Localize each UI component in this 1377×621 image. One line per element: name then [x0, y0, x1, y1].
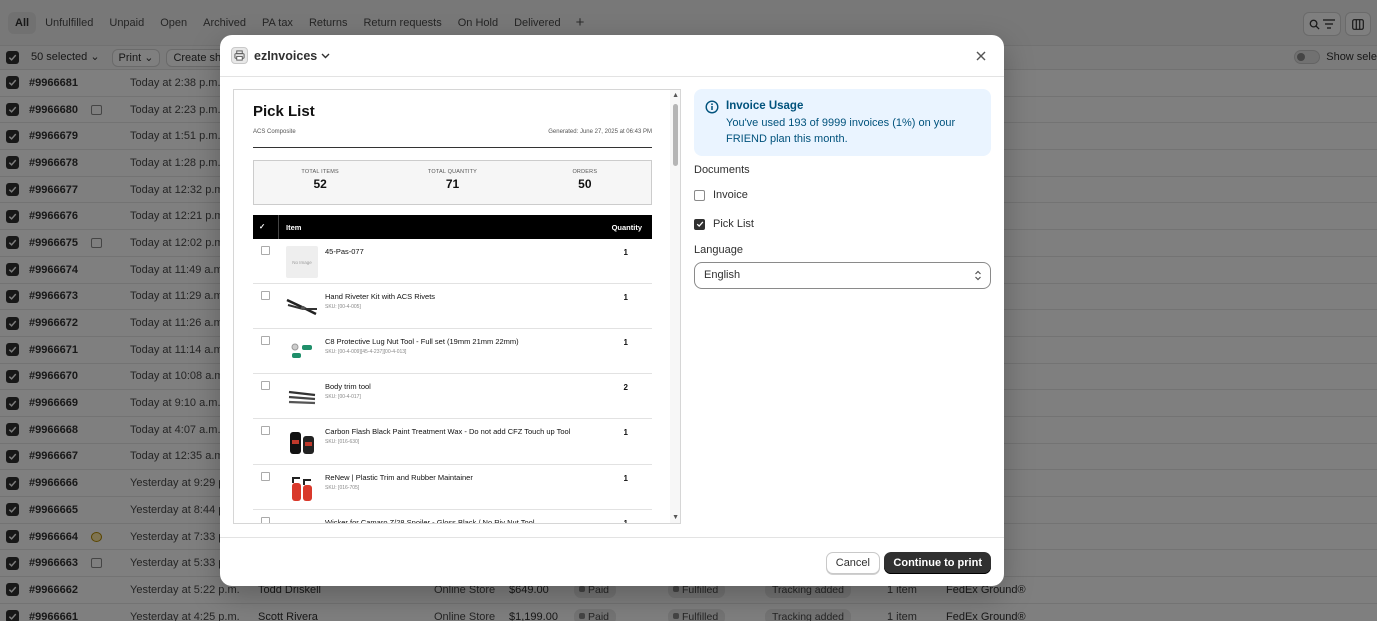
- product-thumbnail: [286, 426, 318, 458]
- product-title: 45-Pas-077: [325, 247, 364, 256]
- close-button[interactable]: [972, 47, 990, 65]
- product-title: C8 Protective Lug Nut Tool - Full set (1…: [325, 337, 519, 346]
- product-thumbnail: [286, 291, 318, 323]
- pick-checkbox[interactable]: [261, 291, 270, 300]
- check-column-header: ✓: [259, 222, 266, 231]
- summary-stats: TOTAL ITEMS 52 TOTAL QUANTITY 71 ORDERS 50: [253, 160, 652, 205]
- scroll-down-arrow-icon[interactable]: ▼: [672, 514, 679, 521]
- stat-label: TOTAL QUANTITY: [427, 169, 478, 175]
- usage-title: Invoice Usage: [726, 100, 804, 112]
- scroll-up-arrow-icon[interactable]: ▲: [672, 92, 679, 99]
- items-table-header: ✓ Item Quantity: [253, 215, 652, 239]
- product-name: C8 Protective Lug Nut Tool - Full set (1…: [325, 337, 595, 356]
- pick-list-row: Hand Riveter Kit with ACS Rivets SKU: [00…: [253, 284, 652, 329]
- pick-list-row: Body trim tool SKU: [00-4-017] 2: [253, 374, 652, 419]
- usage-text: You've used 193 of 9999 invoices (1%) on…: [726, 117, 956, 145]
- product-sku: SKU: [00-4-005]: [325, 304, 361, 310]
- product-sku: SKU: [00-4-009][45-4-237][00-4-013]: [325, 349, 407, 355]
- pick-list-row: Carbon Flash Black Paint Treatment Wax -…: [253, 419, 652, 465]
- product-title: ReNew | Plastic Trim and Rubber Maintain…: [325, 473, 473, 482]
- divider: [278, 215, 279, 239]
- language-value: English: [704, 269, 741, 281]
- stat-value: 71: [445, 177, 460, 191]
- pick-list-option-label: Pick List: [713, 218, 754, 230]
- stat-total-items: TOTAL ITEMS 52: [254, 161, 386, 204]
- product-quantity: 2: [623, 383, 628, 392]
- company-name: ACS Composite: [253, 129, 296, 135]
- pick-list-row: ReNew | Plastic Trim and Rubber Maintain…: [253, 465, 652, 510]
- close-icon: [976, 51, 986, 61]
- quantity-column-header: Quantity: [611, 223, 642, 232]
- pick-checkbox[interactable]: [261, 517, 270, 523]
- product-quantity: 1: [623, 519, 628, 524]
- print-options-panel: Invoice Usage You've used 193 of 9999 in…: [694, 89, 991, 289]
- continue-to-print-button[interactable]: Continue to print: [884, 552, 991, 574]
- product-sku: SKU: [00-4-017]: [325, 394, 361, 400]
- product-quantity: 1: [623, 338, 628, 347]
- invoice-checkbox[interactable]: [694, 189, 705, 201]
- product-thumbnail: [286, 472, 318, 504]
- modal-footer: Cancel Continue to print: [220, 537, 1004, 586]
- product-name: Body trim tool SKU: [00-4-017]: [325, 382, 595, 401]
- document-preview[interactable]: Pick List ACS Composite Generated: June …: [233, 89, 681, 524]
- stat-orders: ORDERS 50: [519, 161, 651, 204]
- pick-checkbox[interactable]: [261, 472, 270, 481]
- product-title: Body trim tool: [325, 382, 371, 391]
- product-sku: SKU: [016-630]: [325, 439, 360, 445]
- pick-checkbox[interactable]: [261, 381, 270, 390]
- stat-value: 52: [313, 177, 327, 191]
- product-sku: SKU: [016-705]: [325, 485, 360, 491]
- product-name: Hand Riveter Kit with ACS Rivets SKU: [00…: [325, 292, 595, 311]
- product-name: Wicker for Camaro Z/28 Spoiler - Gloss B…: [325, 518, 595, 524]
- stat-label: TOTAL ITEMS: [301, 169, 339, 175]
- scroll-thumb[interactable]: [673, 104, 678, 166]
- stat-total-quantity: TOTAL QUANTITY 71: [386, 161, 518, 204]
- pick-checkbox[interactable]: [261, 246, 270, 255]
- pick-list-option[interactable]: Pick List: [694, 218, 754, 230]
- pick-list-checkbox[interactable]: [694, 218, 705, 230]
- invoice-option[interactable]: Invoice: [694, 189, 748, 201]
- pick-list-row: C8 Protective Lug Nut Tool - Full set (1…: [253, 329, 652, 374]
- product-name: ReNew | Plastic Trim and Rubber Maintain…: [325, 473, 595, 492]
- pick-checkbox[interactable]: [261, 426, 270, 435]
- product-thumbnail: No Image: [286, 246, 318, 278]
- product-thumbnail: [286, 517, 318, 523]
- product-name: Carbon Flash Black Paint Treatment Wax -…: [325, 427, 595, 446]
- info-icon: [705, 100, 719, 114]
- invoice-usage-banner: Invoice Usage You've used 193 of 9999 in…: [694, 89, 991, 156]
- item-column-header: Item: [286, 223, 302, 232]
- product-quantity: 1: [623, 293, 628, 302]
- product-quantity: 1: [623, 248, 628, 257]
- app-name[interactable]: ezInvoices: [254, 49, 317, 63]
- language-label: Language: [694, 244, 743, 256]
- invoice-option-label: Invoice: [713, 189, 748, 201]
- product-title: Carbon Flash Black Paint Treatment Wax -…: [325, 427, 571, 436]
- generated-date: Generated: June 27, 2025 at 06:43 PM: [548, 129, 652, 135]
- printer-icon: [231, 47, 248, 64]
- preview-scrollbar[interactable]: ▲ ▼: [670, 90, 680, 523]
- product-title: Wicker for Camaro Z/28 Spoiler - Gloss B…: [325, 518, 535, 524]
- documents-label: Documents: [694, 164, 750, 176]
- product-quantity: 1: [623, 474, 628, 483]
- product-thumbnail: [286, 336, 318, 368]
- stat-value: 50: [578, 177, 592, 191]
- chevron-down-icon[interactable]: [321, 53, 330, 59]
- cancel-button[interactable]: Cancel: [825, 552, 880, 574]
- pick-checkbox[interactable]: [261, 336, 270, 345]
- divider: [253, 147, 652, 148]
- product-name: 45-Pas-077: [325, 247, 595, 257]
- pick-list-row: Wicker for Camaro Z/28 Spoiler - Gloss B…: [253, 510, 652, 524]
- document-title: Pick List: [253, 103, 315, 120]
- modal-header: ezInvoices: [220, 35, 1004, 77]
- select-arrows-icon: [975, 270, 981, 281]
- language-select[interactable]: English: [694, 262, 991, 289]
- stat-label: ORDERS: [572, 169, 598, 175]
- print-modal: ezInvoices Pick List ACS Composite Gener…: [220, 35, 1004, 586]
- product-title: Hand Riveter Kit with ACS Rivets: [325, 292, 436, 301]
- product-quantity: 1: [623, 428, 628, 437]
- pick-list-row: No Image 45-Pas-077 1: [253, 239, 652, 284]
- product-thumbnail: [286, 381, 318, 413]
